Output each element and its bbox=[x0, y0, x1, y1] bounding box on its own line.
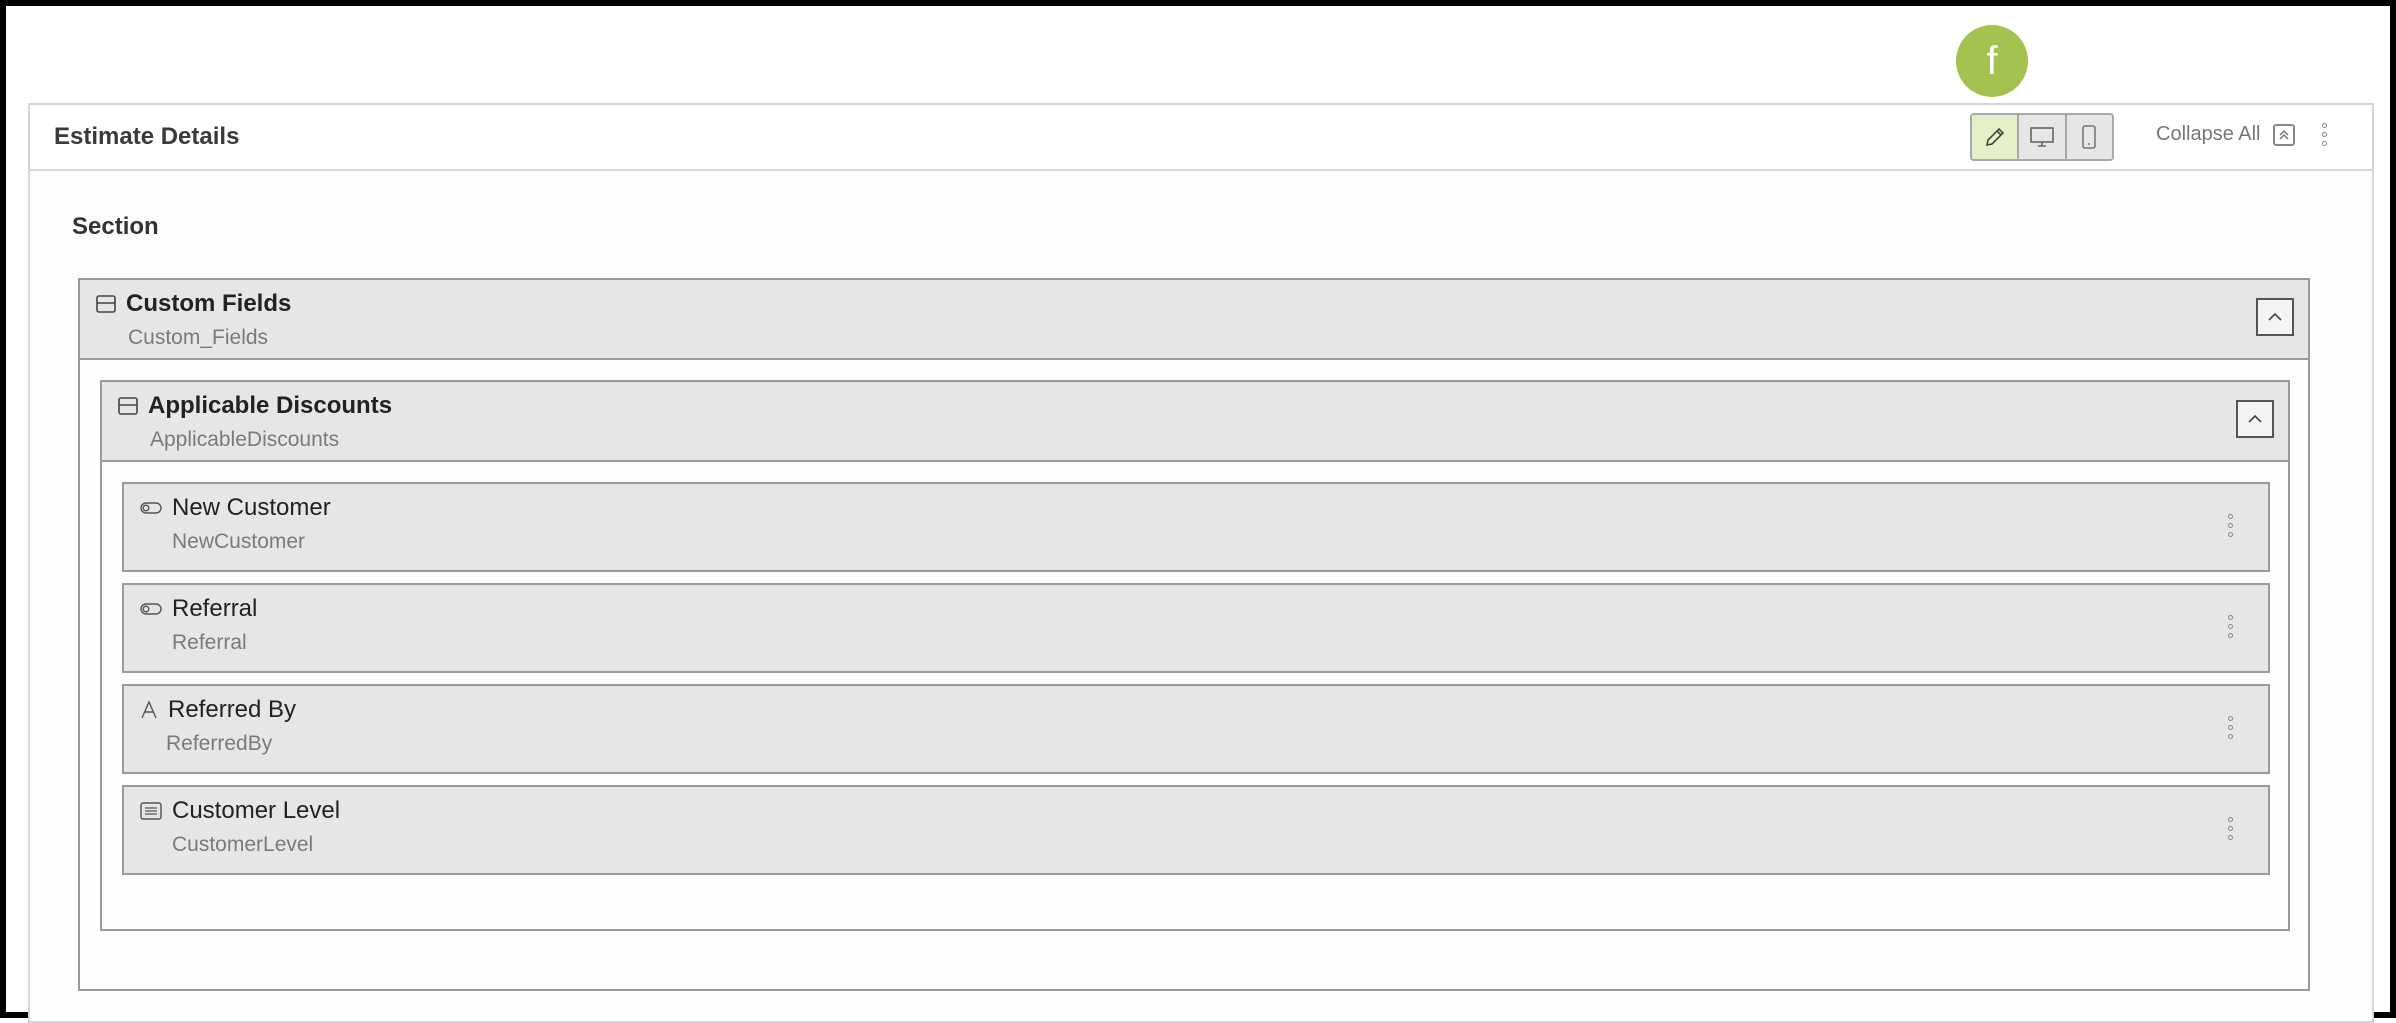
chevron-up-icon bbox=[2248, 414, 2262, 423]
field-referral[interactable]: Referral Referral bbox=[122, 583, 2270, 673]
field-referred-by[interactable]: Referred By ReferredBy bbox=[122, 684, 2270, 774]
mobile-view-button[interactable] bbox=[2066, 115, 2112, 159]
estimate-details-panel: Estimate Details Collapse All Section Cu… bbox=[28, 103, 2374, 1023]
applicable-discounts-container: Applicable Discounts ApplicableDiscounts bbox=[100, 380, 2290, 931]
field-api-name: ReferredBy bbox=[166, 732, 273, 755]
field-customer-level[interactable]: Customer Level CustomerLevel bbox=[122, 785, 2270, 875]
custom-fields-header[interactable]: Custom Fields Custom_Fields bbox=[80, 280, 2308, 360]
avatar-initial: f bbox=[1986, 38, 1998, 83]
desktop-icon bbox=[2030, 127, 2054, 147]
text-icon bbox=[141, 700, 157, 719]
section-heading: Section bbox=[72, 213, 159, 240]
field-more-icon[interactable] bbox=[2228, 615, 2233, 638]
mobile-icon bbox=[2082, 125, 2097, 149]
field-api-name: NewCustomer bbox=[172, 530, 306, 553]
field-label: Customer Level bbox=[172, 797, 341, 824]
edit-mode-button[interactable] bbox=[1972, 115, 2020, 159]
pencil-icon bbox=[1985, 127, 2004, 147]
section-icon bbox=[118, 397, 138, 415]
field-label: Referred By bbox=[168, 696, 297, 723]
panel-more-options-icon[interactable] bbox=[2322, 123, 2327, 146]
collapse-all-icon bbox=[2272, 123, 2295, 146]
desktop-view-button[interactable] bbox=[2019, 115, 2067, 159]
custom-fields-container: Custom Fields Custom_Fields Applicable D… bbox=[78, 278, 2310, 991]
avatar[interactable]: f bbox=[1956, 25, 2028, 97]
collapse-all-label: Collapse All bbox=[2156, 123, 2261, 145]
custom-fields-collapse-button[interactable] bbox=[2256, 298, 2294, 336]
field-more-icon[interactable] bbox=[2228, 716, 2233, 739]
custom-fields-api-name: Custom_Fields bbox=[128, 326, 269, 349]
field-new-customer[interactable]: New Customer NewCustomer bbox=[122, 482, 2270, 572]
view-mode-toggle bbox=[1970, 113, 2114, 161]
toggle-icon bbox=[140, 502, 162, 514]
field-api-name: Referral bbox=[172, 631, 247, 654]
field-api-name: CustomerLevel bbox=[172, 833, 314, 856]
field-label: New Customer bbox=[172, 494, 331, 521]
field-more-icon[interactable] bbox=[2228, 514, 2233, 537]
panel-header: Estimate Details Collapse All bbox=[30, 105, 2372, 171]
collapse-all-button[interactable]: Collapse All bbox=[2156, 123, 2295, 146]
field-label: Referral bbox=[172, 595, 258, 622]
list-icon bbox=[140, 802, 162, 820]
applicable-discounts-title: Applicable Discounts bbox=[148, 392, 393, 419]
custom-fields-title: Custom Fields bbox=[126, 290, 292, 317]
applicable-discounts-api-name: ApplicableDiscounts bbox=[150, 428, 340, 451]
panel-title: Estimate Details bbox=[54, 123, 240, 150]
applicable-discounts-collapse-button[interactable] bbox=[2236, 400, 2274, 438]
section-icon bbox=[96, 295, 116, 313]
applicable-discounts-header[interactable]: Applicable Discounts ApplicableDiscounts bbox=[102, 382, 2288, 462]
field-more-icon[interactable] bbox=[2228, 817, 2233, 840]
toggle-icon bbox=[140, 603, 162, 615]
chevron-up-icon bbox=[2268, 312, 2282, 321]
